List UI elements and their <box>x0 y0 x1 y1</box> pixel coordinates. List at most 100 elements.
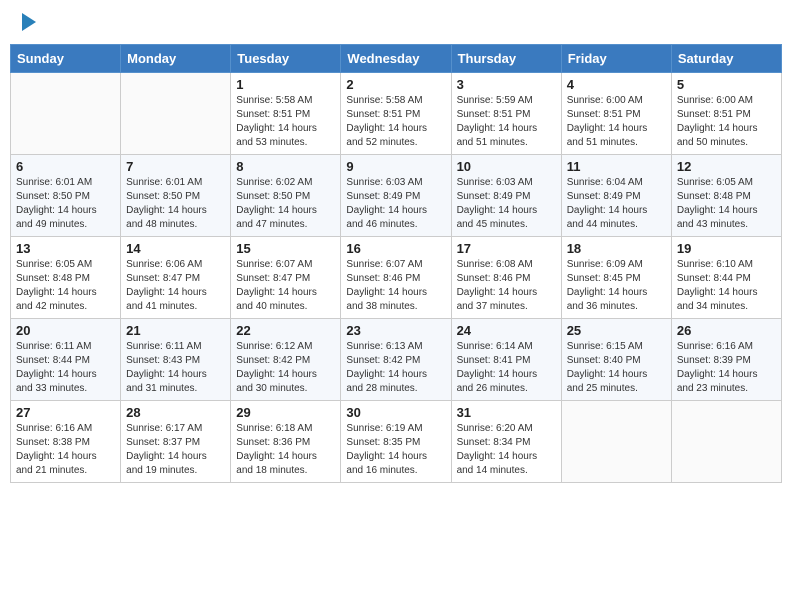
calendar-cell: 23 Sunrise: 6:13 AMSunset: 8:42 PMDayligh… <box>341 319 451 401</box>
logo-icon <box>22 13 36 31</box>
calendar-cell: 1 Sunrise: 5:58 AMSunset: 8:51 PMDaylight… <box>231 73 341 155</box>
day-number: 18 <box>567 241 666 256</box>
day-number: 5 <box>677 77 776 92</box>
day-number: 27 <box>16 405 115 420</box>
calendar-cell: 13 Sunrise: 6:05 AMSunset: 8:48 PMDayligh… <box>11 237 121 319</box>
day-number: 6 <box>16 159 115 174</box>
day-number: 17 <box>457 241 556 256</box>
calendar-cell: 3Sunrise: 5:59 AMSunset: 8:51 PMDaylight… <box>451 73 561 155</box>
calendar-week-2: 6 Sunrise: 6:01 AMSunset: 8:50 PMDaylight… <box>11 155 782 237</box>
day-number: 1 <box>236 77 335 92</box>
calendar-week-1: 1 Sunrise: 5:58 AMSunset: 8:51 PMDaylight… <box>11 73 782 155</box>
calendar-cell: 28 Sunrise: 6:17 AMSunset: 8:37 PMDayligh… <box>121 401 231 483</box>
day-info: Sunrise: 6:14 AMSunset: 8:41 PMDaylight:… <box>457 340 556 396</box>
day-info: Sunrise: 6:15 AMSunset: 8:40 PMDaylight:… <box>567 340 666 396</box>
calendar-cell: 7 Sunrise: 6:01 AMSunset: 8:50 PMDaylight… <box>121 155 231 237</box>
calendar-header-saturday: Saturday <box>671 45 781 73</box>
calendar-week-4: 20Sunrise: 6:11 AMSunset: 8:44 PMDayligh… <box>11 319 782 401</box>
day-info: Sunrise: 6:20 AMSunset: 8:34 PMDaylight:… <box>457 422 556 478</box>
day-info: Sunrise: 5:58 AMSunset: 8:51 PMDaylight:… <box>346 94 445 150</box>
day-info: Sunrise: 6:11 AMSunset: 8:43 PMDaylight:… <box>126 340 225 396</box>
day-info: Sunrise: 6:00 AMSunset: 8:51 PMDaylight:… <box>567 94 666 150</box>
calendar-header-sunday: Sunday <box>11 45 121 73</box>
day-number: 2 <box>346 77 445 92</box>
calendar-cell: 5 Sunrise: 6:00 AMSunset: 8:51 PMDaylight… <box>671 73 781 155</box>
calendar-cell: 9 Sunrise: 6:03 AMSunset: 8:49 PMDaylight… <box>341 155 451 237</box>
day-info: Sunrise: 6:05 AMSunset: 8:48 PMDaylight:… <box>16 258 115 314</box>
day-info: Sunrise: 6:08 AMSunset: 8:46 PMDaylight:… <box>457 258 556 314</box>
calendar-week-5: 27Sunrise: 6:16 AMSunset: 8:38 PMDayligh… <box>11 401 782 483</box>
day-number: 4 <box>567 77 666 92</box>
day-info: Sunrise: 6:13 AMSunset: 8:42 PMDaylight:… <box>346 340 445 396</box>
day-info: Sunrise: 6:07 AMSunset: 8:47 PMDaylight:… <box>236 258 335 314</box>
day-number: 14 <box>126 241 225 256</box>
day-number: 7 <box>126 159 225 174</box>
calendar-cell: 2 Sunrise: 5:58 AMSunset: 8:51 PMDaylight… <box>341 73 451 155</box>
day-number: 24 <box>457 323 556 338</box>
day-number: 28 <box>126 405 225 420</box>
calendar-cell: 12 Sunrise: 6:05 AMSunset: 8:48 PMDayligh… <box>671 155 781 237</box>
day-number: 31 <box>457 405 556 420</box>
calendar-cell: 11 Sunrise: 6:04 AMSunset: 8:49 PMDayligh… <box>561 155 671 237</box>
calendar-cell <box>671 401 781 483</box>
day-info: Sunrise: 6:19 AMSunset: 8:35 PMDaylight:… <box>346 422 445 478</box>
calendar-cell: 15 Sunrise: 6:07 AMSunset: 8:47 PMDayligh… <box>231 237 341 319</box>
calendar-cell: 24 Sunrise: 6:14 AMSunset: 8:41 PMDayligh… <box>451 319 561 401</box>
day-info: Sunrise: 6:05 AMSunset: 8:48 PMDaylight:… <box>677 176 776 232</box>
calendar-cell: 21 Sunrise: 6:11 AMSunset: 8:43 PMDayligh… <box>121 319 231 401</box>
day-number: 20 <box>16 323 115 338</box>
calendar-header-row: SundayMondayTuesdayWednesdayThursdayFrid… <box>11 45 782 73</box>
day-info: Sunrise: 6:00 AMSunset: 8:51 PMDaylight:… <box>677 94 776 150</box>
day-info: Sunrise: 5:59 AMSunset: 8:51 PMDaylight:… <box>457 94 556 150</box>
day-number: 13 <box>16 241 115 256</box>
day-info: Sunrise: 6:09 AMSunset: 8:45 PMDaylight:… <box>567 258 666 314</box>
day-info: Sunrise: 6:04 AMSunset: 8:49 PMDaylight:… <box>567 176 666 232</box>
day-number: 30 <box>346 405 445 420</box>
calendar-cell: 18 Sunrise: 6:09 AMSunset: 8:45 PMDayligh… <box>561 237 671 319</box>
day-number: 19 <box>677 241 776 256</box>
day-info: Sunrise: 6:06 AMSunset: 8:47 PMDaylight:… <box>126 258 225 314</box>
day-info: Sunrise: 6:03 AMSunset: 8:49 PMDaylight:… <box>346 176 445 232</box>
day-info: Sunrise: 6:01 AMSunset: 8:50 PMDaylight:… <box>126 176 225 232</box>
calendar-cell <box>121 73 231 155</box>
calendar-cell: 17 Sunrise: 6:08 AMSunset: 8:46 PMDayligh… <box>451 237 561 319</box>
calendar-cell: 26 Sunrise: 6:16 AMSunset: 8:39 PMDayligh… <box>671 319 781 401</box>
calendar-week-3: 13 Sunrise: 6:05 AMSunset: 8:48 PMDayligh… <box>11 237 782 319</box>
logo <box>20 15 36 31</box>
day-info: Sunrise: 5:58 AMSunset: 8:51 PMDaylight:… <box>236 94 335 150</box>
calendar-cell: 22Sunrise: 6:12 AMSunset: 8:42 PMDayligh… <box>231 319 341 401</box>
calendar-cell: 14 Sunrise: 6:06 AMSunset: 8:47 PMDayligh… <box>121 237 231 319</box>
day-number: 15 <box>236 241 335 256</box>
day-info: Sunrise: 6:17 AMSunset: 8:37 PMDaylight:… <box>126 422 225 478</box>
day-number: 23 <box>346 323 445 338</box>
day-number: 26 <box>677 323 776 338</box>
day-number: 9 <box>346 159 445 174</box>
calendar-header-thursday: Thursday <box>451 45 561 73</box>
calendar-cell <box>561 401 671 483</box>
day-number: 21 <box>126 323 225 338</box>
calendar-table: SundayMondayTuesdayWednesdayThursdayFrid… <box>10 44 782 483</box>
calendar-cell: 10Sunrise: 6:03 AMSunset: 8:49 PMDayligh… <box>451 155 561 237</box>
day-number: 16 <box>346 241 445 256</box>
day-info: Sunrise: 6:01 AMSunset: 8:50 PMDaylight:… <box>16 176 115 232</box>
day-number: 11 <box>567 159 666 174</box>
day-number: 29 <box>236 405 335 420</box>
calendar-header-friday: Friday <box>561 45 671 73</box>
day-info: Sunrise: 6:02 AMSunset: 8:50 PMDaylight:… <box>236 176 335 232</box>
day-number: 25 <box>567 323 666 338</box>
calendar-header-wednesday: Wednesday <box>341 45 451 73</box>
calendar-cell: 27Sunrise: 6:16 AMSunset: 8:38 PMDayligh… <box>11 401 121 483</box>
day-info: Sunrise: 6:03 AMSunset: 8:49 PMDaylight:… <box>457 176 556 232</box>
day-info: Sunrise: 6:16 AMSunset: 8:39 PMDaylight:… <box>677 340 776 396</box>
page-header <box>10 10 782 36</box>
calendar-cell: 29Sunrise: 6:18 AMSunset: 8:36 PMDayligh… <box>231 401 341 483</box>
calendar-header-tuesday: Tuesday <box>231 45 341 73</box>
calendar-header-monday: Monday <box>121 45 231 73</box>
calendar-cell: 6 Sunrise: 6:01 AMSunset: 8:50 PMDaylight… <box>11 155 121 237</box>
calendar-cell: 31 Sunrise: 6:20 AMSunset: 8:34 PMDayligh… <box>451 401 561 483</box>
calendar-cell: 19Sunrise: 6:10 AMSunset: 8:44 PMDayligh… <box>671 237 781 319</box>
day-number: 12 <box>677 159 776 174</box>
day-info: Sunrise: 6:07 AMSunset: 8:46 PMDaylight:… <box>346 258 445 314</box>
day-number: 22 <box>236 323 335 338</box>
calendar-cell: 8Sunrise: 6:02 AMSunset: 8:50 PMDaylight… <box>231 155 341 237</box>
